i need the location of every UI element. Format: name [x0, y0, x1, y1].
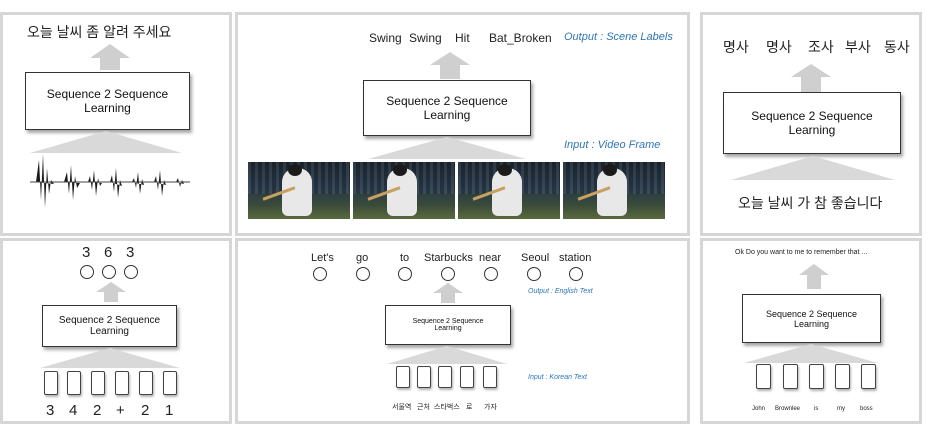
- arith-input-cell-1: [44, 371, 58, 395]
- translate-up-arrow: [433, 283, 463, 303]
- translate-seq2seq-box: Sequence 2 Sequence Learning: [385, 305, 511, 345]
- pos-tag-1: 명사: [723, 39, 749, 55]
- speech-output-text: 오늘 날씨 좀 알려 주세요: [27, 24, 172, 40]
- translate-word-5: near: [479, 252, 502, 264]
- chat-input-word-3: is: [814, 406, 819, 412]
- translate-word-1: Let's: [311, 252, 334, 264]
- video-label-4: Bat_Broken: [489, 31, 552, 45]
- arith-output-node-3: [124, 265, 138, 279]
- chat-input-cell-1: [756, 364, 771, 389]
- translate-input-cell-1: [396, 366, 410, 388]
- speech-waveform: [30, 154, 190, 208]
- translate-node-5: [484, 267, 498, 281]
- arith-input-token-5: 2: [141, 402, 150, 419]
- arith-input-token-6: 1: [165, 402, 174, 419]
- translate-word-7: station: [559, 252, 592, 264]
- chat-input-word-4: my: [837, 406, 845, 412]
- translate-input-cell-5: [483, 366, 497, 388]
- video-label-2: Swing: [409, 31, 442, 45]
- translate-word-2: go: [356, 252, 369, 264]
- arith-input-cell-3: [91, 371, 105, 395]
- pos-tag-5: 동사: [884, 39, 910, 55]
- chat-output-text: Ok Do you want to me to remember that ..…: [735, 249, 868, 256]
- translate-output-caption: Output : English Text: [528, 288, 593, 295]
- arith-input-funnel: [40, 348, 180, 368]
- chat-input-word-2: Brownlee: [775, 406, 801, 412]
- chat-up-arrow: [799, 264, 829, 289]
- arith-input-token-3: 2: [93, 402, 102, 419]
- pos-tag-3: 조사: [808, 39, 834, 55]
- arith-input-cell-5: [139, 371, 153, 395]
- translate-input-word-1: 서울역: [392, 404, 412, 411]
- arith-output-digit-2: 6: [104, 244, 113, 261]
- pos-up-arrow: [791, 64, 831, 93]
- translate-input-funnel: [387, 346, 507, 364]
- translate-input-cell-2: [417, 366, 431, 388]
- translate-input-cell-3: [438, 366, 452, 388]
- chat-input-word-1: John: [752, 406, 766, 412]
- speech-up-arrow: [90, 44, 130, 70]
- arith-output-node-1: [80, 265, 94, 279]
- video-seq2seq-box: Sequence 2 Sequence Learning: [363, 80, 531, 136]
- translate-input-word-5: 가자: [484, 404, 497, 411]
- translate-node-4: [441, 267, 455, 281]
- chat-input-word-5: boss: [860, 406, 873, 412]
- pos-seq2seq-box: Sequence 2 Sequence Learning: [723, 92, 901, 154]
- arith-input-token-1: 3: [46, 402, 55, 419]
- video-frame-1: [248, 162, 350, 219]
- translate-input-word-4: 로: [466, 404, 473, 411]
- pos-input-funnel: [731, 156, 895, 180]
- arith-output-node-2: [102, 265, 116, 279]
- video-frame-4: [563, 162, 665, 219]
- video-label-1: Swing: [369, 31, 402, 45]
- translate-node-6: [527, 267, 541, 281]
- arith-input-cell-6: [163, 371, 177, 395]
- translate-node-3: [398, 267, 412, 281]
- video-input-caption: Input : Video Frame: [564, 139, 661, 151]
- translate-word-6: Seoul: [521, 252, 550, 264]
- pos-tag-4: 부사: [845, 39, 871, 55]
- video-up-arrow: [430, 52, 470, 79]
- arith-input-token-2: 4: [69, 402, 78, 419]
- translate-input-caption: Input : Korean Text: [528, 374, 587, 381]
- pos-tag-2: 명사: [766, 39, 792, 55]
- arith-input-cell-4: [115, 371, 129, 395]
- translate-node-1: [313, 267, 327, 281]
- translate-input-word-2: 근처: [417, 404, 430, 411]
- speech-seq2seq-box: Sequence 2 Sequence Learning: [25, 72, 190, 130]
- arith-output-digit-1: 3: [82, 244, 91, 261]
- video-label-3: Hit: [455, 31, 470, 45]
- arith-seq2seq-box: Sequence 2 Sequence Learning: [42, 305, 177, 347]
- arith-output-digit-3: 3: [126, 244, 135, 261]
- arith-input-cell-2: [67, 371, 81, 395]
- video-frame-2: [353, 162, 455, 219]
- video-output-caption: Output : Scene Labels: [564, 31, 673, 43]
- chat-input-cell-5: [861, 364, 876, 389]
- pos-input-text: 오늘 날씨 가 참 좋습니다: [738, 195, 883, 211]
- arith-input-token-4: +: [116, 402, 125, 419]
- video-input-funnel: [368, 137, 526, 159]
- video-frame-3: [458, 162, 560, 219]
- translate-input-word-3: 스타벅스: [434, 404, 460, 411]
- translate-node-2: [356, 267, 370, 281]
- translate-word-4: Starbucks: [424, 252, 473, 264]
- translate-word-3: to: [400, 252, 410, 264]
- chat-input-funnel: [744, 344, 878, 363]
- translate-input-cell-4: [460, 366, 474, 388]
- translate-node-7: [569, 267, 583, 281]
- chat-input-cell-3: [809, 364, 824, 389]
- arith-up-arrow: [96, 282, 126, 302]
- chat-seq2seq-box: Sequence 2 Sequence Learning: [742, 294, 881, 343]
- chat-input-cell-4: [835, 364, 850, 389]
- chat-input-cell-2: [783, 364, 798, 389]
